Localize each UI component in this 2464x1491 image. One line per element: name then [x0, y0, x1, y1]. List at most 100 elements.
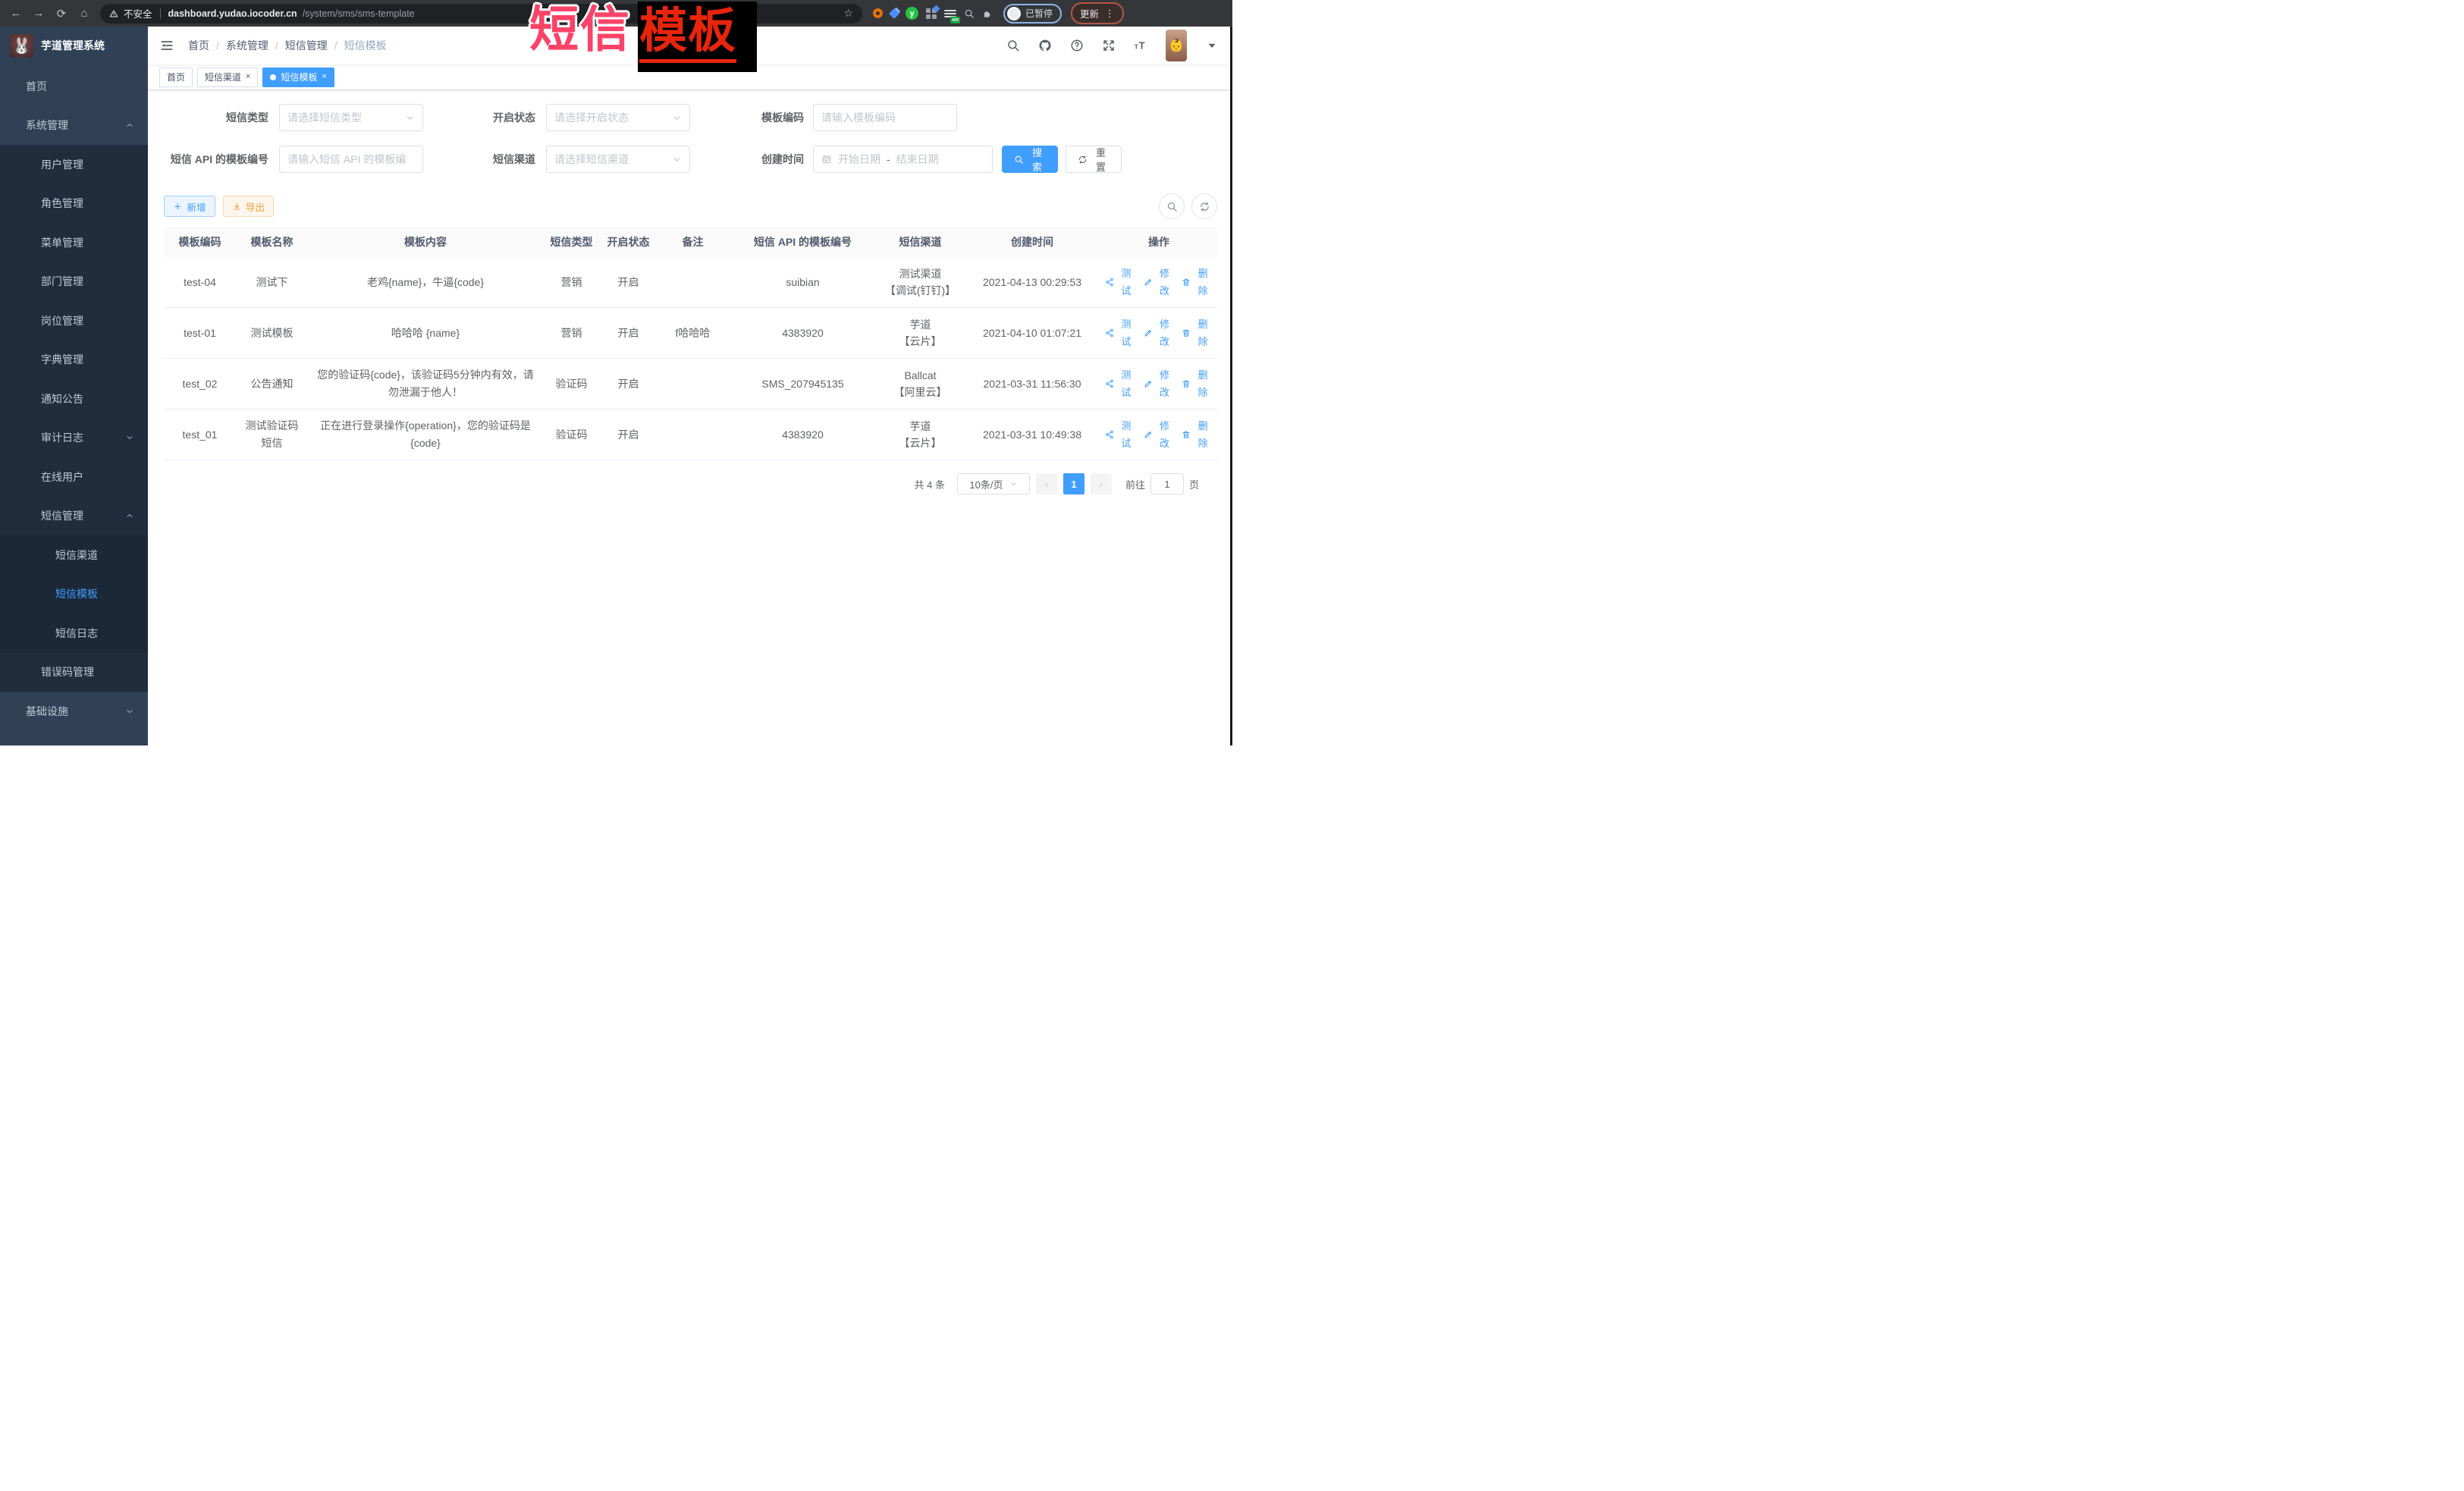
page-size-select[interactable]: 10条/页: [957, 473, 1030, 494]
user-avatar[interactable]: 👶: [1166, 30, 1187, 61]
breadcrumb-item[interactable]: 首页: [188, 38, 209, 53]
close-icon[interactable]: ×: [246, 73, 250, 81]
reset-button[interactable]: 重置: [1066, 146, 1122, 173]
tab-sms-channel[interactable]: 短信渠道×: [197, 67, 258, 87]
sidebar-item-label: 字典管理: [41, 352, 83, 367]
date-separator: -: [887, 153, 890, 165]
home-icon[interactable]: ⌂: [74, 4, 94, 24]
sidebar-item-error-code-mgmt[interactable]: 错误码管理: [0, 653, 148, 692]
sidebar-item-audit-log[interactable]: 审计日志: [0, 419, 148, 458]
delete-link[interactable]: 删除: [1182, 265, 1213, 300]
test-link[interactable]: 测试: [1105, 366, 1136, 401]
goto-page-input[interactable]: [1150, 473, 1184, 494]
create-time-daterange[interactable]: 开始日期-结束日期: [813, 146, 993, 173]
cell-channel: 芋道【云片】: [877, 316, 964, 350]
toggle-search-button[interactable]: [1159, 193, 1185, 219]
template-code-input[interactable]: [821, 111, 949, 124]
cell-created-at: 2021-04-13 00:29:53: [964, 274, 1100, 291]
cell: 开启: [600, 325, 657, 342]
sidebar-item-system-mgmt[interactable]: 系统管理: [0, 106, 148, 146]
reload-icon[interactable]: ⟳: [52, 4, 71, 24]
close-icon[interactable]: ×: [322, 73, 326, 81]
api-template-id-input[interactable]: [287, 153, 415, 165]
edit-icon: [1144, 328, 1153, 337]
sidebar-item-sms-channel[interactable]: 短信渠道: [0, 535, 148, 575]
cell: 开启: [600, 274, 657, 291]
app-logo[interactable]: 🐰 芋道管理系统: [0, 27, 148, 64]
browser-profile-badge[interactable]: 😃 已暂停: [1003, 4, 1062, 24]
next-page-button[interactable]: ›: [1091, 473, 1112, 494]
fullscreen-icon[interactable]: [1102, 39, 1116, 52]
font-size-icon[interactable]: TT: [1134, 39, 1147, 52]
breadcrumb-item[interactable]: 短信管理: [285, 38, 328, 53]
cell: 测试验证码短信: [236, 417, 308, 452]
extension-list-on-icon[interactable]: on: [944, 8, 956, 19]
table-row: test_01测试验证码短信正在进行登录操作{operation}，您的验证码是…: [164, 410, 1217, 460]
delete-link[interactable]: 删除: [1182, 366, 1213, 401]
edit-link[interactable]: 修改: [1144, 417, 1175, 452]
sms-channel-select[interactable]: 请选择短信渠道: [546, 146, 690, 173]
export-button[interactable]: 导出: [223, 196, 275, 217]
search-icon: [1014, 155, 1024, 165]
github-icon[interactable]: [1038, 39, 1052, 52]
overflow-menu-icon[interactable]: ⋮: [1105, 8, 1115, 19]
share-icon: [1105, 379, 1114, 388]
breadcrumb-item[interactable]: 系统管理: [226, 38, 268, 53]
api-template-id-field[interactable]: [279, 146, 423, 173]
forward-icon[interactable]: →: [29, 4, 49, 24]
sidebar-item-sms-template[interactable]: 短信模板: [0, 575, 148, 614]
search-icon[interactable]: [1006, 39, 1020, 52]
column-header: 创建时间: [964, 234, 1100, 251]
hamburger-icon[interactable]: [159, 38, 174, 53]
sidebar-item-sms-mgmt[interactable]: 短信管理: [0, 497, 148, 536]
sidebar-item-notice[interactable]: 通知公告: [0, 379, 148, 419]
sidebar-item-sms-log[interactable]: 短信日志: [0, 614, 148, 653]
extension-magnifier-icon[interactable]: [964, 8, 975, 19]
edit-link[interactable]: 修改: [1144, 366, 1175, 401]
delete-link[interactable]: 删除: [1182, 417, 1213, 452]
extension-green-y-icon[interactable]: y: [906, 7, 918, 20]
add-button[interactable]: 新增: [164, 196, 215, 217]
template-code-field[interactable]: [813, 104, 957, 131]
prev-page-button[interactable]: ‹: [1036, 473, 1057, 494]
edit-link[interactable]: 修改: [1144, 265, 1175, 300]
browser-update-button[interactable]: 更新 ⋮: [1071, 2, 1124, 24]
sidebar-item-dept-mgmt[interactable]: 部门管理: [0, 262, 148, 302]
sms-type-select[interactable]: 请选择短信类型: [279, 104, 423, 131]
extension-puzzle-icon[interactable]: [982, 8, 993, 19]
table-header: 模板编码模板名称模板内容短信类型开启状态备注短信 API 的模板编号短信渠道创建…: [164, 227, 1217, 257]
search-button[interactable]: 搜索: [1002, 146, 1058, 173]
tab-home[interactable]: 首页: [159, 67, 193, 87]
back-icon[interactable]: ←: [6, 4, 26, 24]
warning-icon: [109, 9, 118, 18]
test-link[interactable]: 测试: [1105, 417, 1136, 452]
table-row: test-01测试模板哈哈哈 {name}营销开启f哈哈哈4383920芋道【云…: [164, 308, 1217, 359]
sidebar-item-post-mgmt[interactable]: 岗位管理: [0, 301, 148, 341]
bookmark-star-icon[interactable]: ☆: [843, 7, 853, 20]
tab-sms-template[interactable]: 短信模板×: [262, 67, 334, 87]
table-row: test_02公告通知您的验证码{code}，该验证码5分钟内有效，请勿泄漏于他…: [164, 359, 1217, 410]
avatar-caret-down-icon[interactable]: [1205, 39, 1219, 52]
sidebar-item-role-mgmt[interactable]: 角色管理: [0, 184, 148, 224]
sidebar-item-online-users[interactable]: 在线用户: [0, 457, 148, 497]
scrollbar-track[interactable]: [1230, 27, 1232, 746]
refresh-button[interactable]: [1191, 193, 1217, 219]
edit-link[interactable]: 修改: [1144, 315, 1175, 350]
start-date-placeholder: 开始日期: [838, 152, 880, 167]
sidebar-item-dict-mgmt[interactable]: 字典管理: [0, 341, 148, 380]
sidebar-item-label: 用户管理: [41, 157, 83, 172]
extension-blue-gem-icon[interactable]: [889, 8, 899, 18]
page-number-button[interactable]: 1: [1063, 473, 1084, 494]
extension-orange-ring-icon[interactable]: [873, 8, 883, 18]
help-icon[interactable]: [1070, 39, 1084, 52]
test-link[interactable]: 测试: [1105, 315, 1136, 350]
extension-grid-icon[interactable]: [926, 8, 937, 19]
sidebar-item-user-mgmt[interactable]: 用户管理: [0, 145, 148, 184]
test-link[interactable]: 测试: [1105, 265, 1136, 300]
sidebar-item-menu-mgmt[interactable]: 菜单管理: [0, 223, 148, 262]
open-status-select[interactable]: 请选择开启状态: [546, 104, 690, 131]
sidebar-item-home[interactable]: 首页: [0, 67, 148, 106]
sidebar-item-infrastructure[interactable]: 基础设施: [0, 692, 148, 731]
delete-link[interactable]: 删除: [1182, 315, 1213, 350]
cell: 开启: [600, 426, 657, 444]
